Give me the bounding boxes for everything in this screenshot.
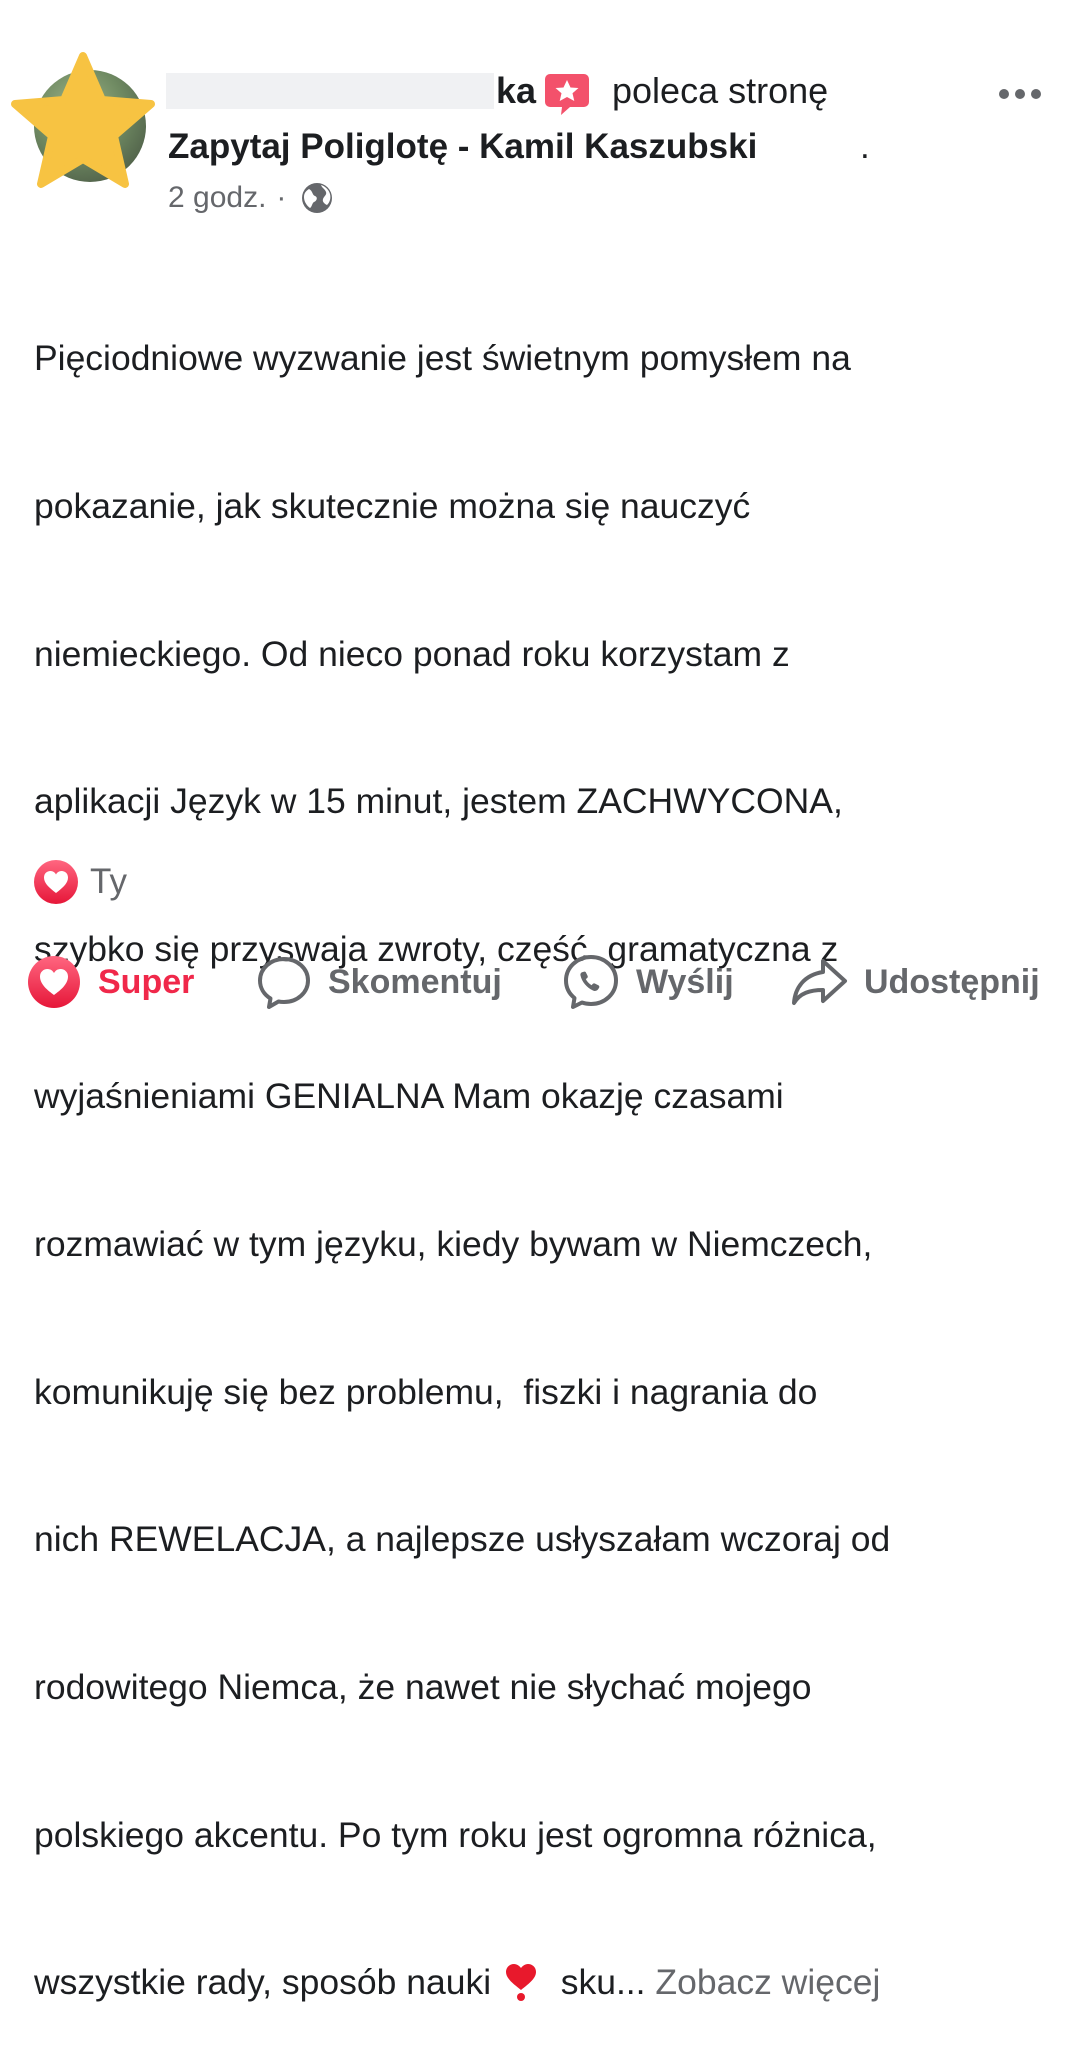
post-meta: 2 godz. · — [168, 178, 334, 218]
post-body-line: aplikacji Język w 15 minut, jestem ZACHW… — [34, 781, 843, 822]
post-body-last-line: wszystkie rady, sposób nauki sku... Zoba… — [34, 1958, 1064, 2007]
heart-icon — [28, 956, 80, 1008]
share-icon — [792, 959, 847, 1005]
share-button[interactable]: Udostępnij — [790, 944, 1040, 1020]
meta-separator: · — [276, 181, 287, 214]
more-options-icon[interactable] — [996, 82, 1044, 106]
super-label: Super — [98, 962, 195, 1001]
heart-reaction-icon — [34, 860, 78, 904]
post-body-line: niemieckiego. Od nieco ponad roku korzys… — [34, 633, 790, 674]
author-name[interactable]: ka — [496, 69, 536, 113]
see-more-link[interactable]: Zobacz więcej — [655, 1962, 880, 2002]
send-label: Wyślij — [636, 962, 734, 1001]
author-name-redacted — [166, 73, 494, 109]
post-body-line: rodowitego Niemca, że nawet nie słychać … — [34, 1666, 812, 1707]
page-name-link[interactable]: Zapytaj Poliglotę - Kamil Kaszubski — [168, 125, 757, 169]
recommends-label: poleca stronę — [612, 70, 829, 111]
page-name-suffix: . — [860, 127, 870, 166]
post-body-line: Pięciodniowe wyzwanie jest świetnym pomy… — [34, 338, 851, 379]
star-icon — [11, 52, 155, 188]
post-time[interactable]: 2 godz. — [168, 178, 266, 218]
recommend-badge-icon — [545, 74, 589, 115]
post-body: Pięciodniowe wyzwanie jest świetnym pomy… — [34, 236, 1064, 2057]
share-label: Udostępnij — [864, 962, 1040, 1001]
messenger-icon — [564, 955, 618, 1009]
comment-label: Skomentuj — [328, 962, 502, 1001]
post-body-line: pokazanie, jak skutecznie można się nauc… — [34, 486, 751, 527]
reactions-summary-text: Ty — [90, 862, 127, 901]
post-body-line: komunikuję się bez problemu, fiszki i na… — [34, 1371, 818, 1412]
heart-exclamation-icon — [505, 1964, 536, 2002]
post-body-text: sku... — [540, 1962, 646, 2003]
super-reaction-button[interactable]: Super — [26, 944, 194, 1020]
comment-icon — [258, 957, 310, 1009]
send-button[interactable]: Wyślij — [562, 944, 734, 1020]
post-body-line: nich REWELACJA, a najlepsze usłyszałam w… — [34, 1519, 891, 1560]
post-action-bar: Super Skomentuj Wyślij Udostępnij — [0, 944, 1080, 1020]
reactions-summary[interactable]: Ty — [32, 858, 127, 906]
globe-icon — [302, 183, 333, 213]
post-body-line: rozmawiać w tym języku, kiedy bywam w Ni… — [34, 1224, 873, 1265]
comment-button[interactable]: Skomentuj — [256, 944, 502, 1020]
post-body-text: wszystkie rady, sposób nauki — [34, 1962, 501, 2003]
post-body-line: polskiego akcentu. Po tym roku jest ogro… — [34, 1814, 877, 1855]
